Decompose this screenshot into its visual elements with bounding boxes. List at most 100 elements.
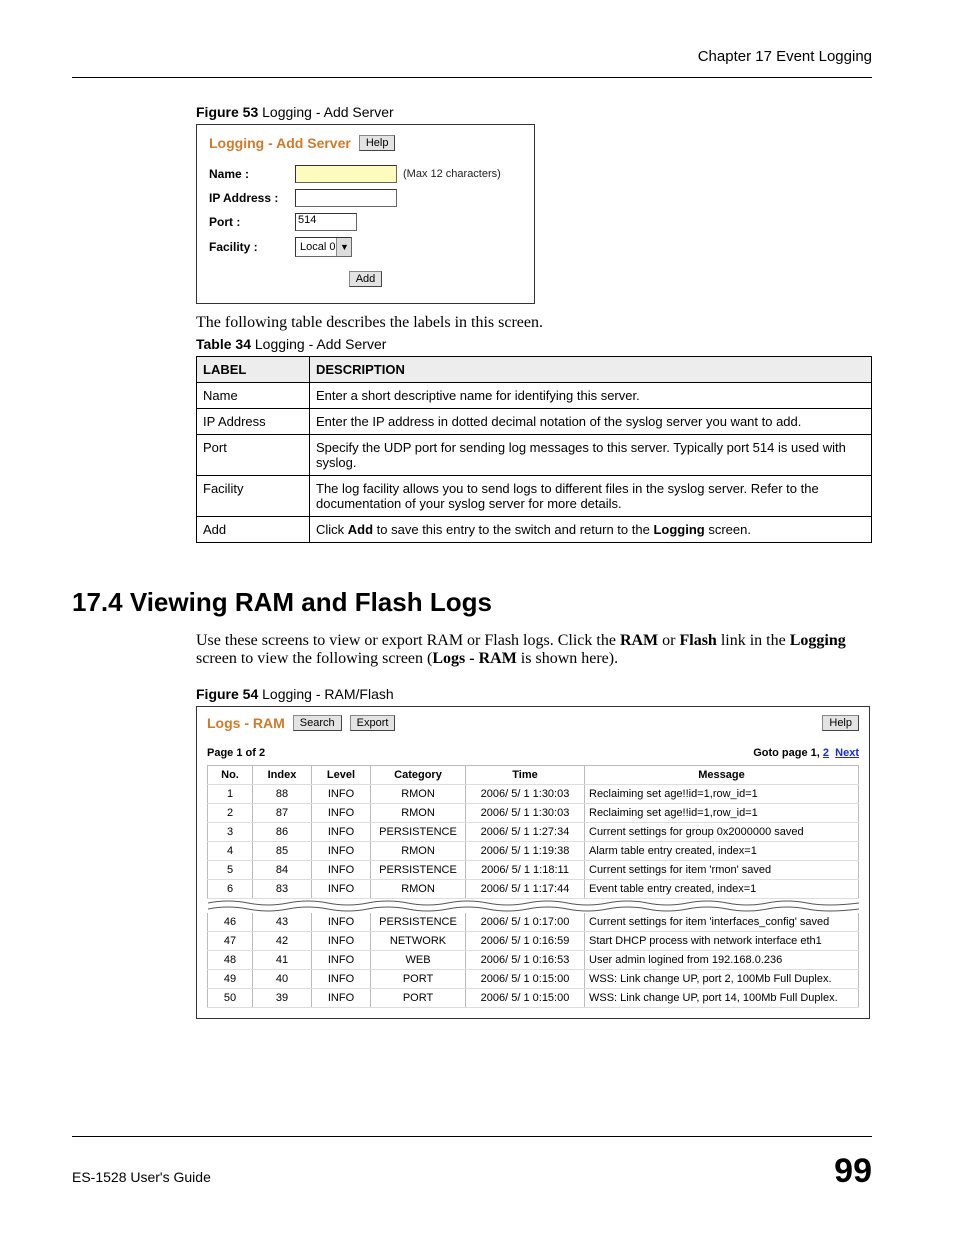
log-cell-no: 48 — [208, 951, 253, 970]
table34-caption-bold: Table 34 — [196, 336, 251, 352]
table-row: IP AddressEnter the IP address in dotted… — [197, 409, 872, 435]
log-cell-index: 43 — [253, 913, 312, 932]
table-row: AddClick Add to save this entry to the s… — [197, 517, 872, 543]
log-cell-msg: WSS: Link change UP, port 2, 100Mb Full … — [585, 970, 859, 989]
log-cell-index: 41 — [253, 951, 312, 970]
export-button[interactable]: Export — [350, 715, 396, 731]
log-cell-time: 2006/ 5/ 1 0:16:53 — [466, 951, 585, 970]
log-cell-msg: User admin logined from 192.168.0.236 — [585, 951, 859, 970]
table34-cell-desc: Specify the UDP port for sending log mes… — [310, 435, 872, 476]
log-cell-msg: Current settings for item 'interfaces_co… — [585, 913, 859, 932]
log-cell-index: 39 — [253, 989, 312, 1008]
search-button[interactable]: Search — [293, 715, 342, 731]
log-cell-index: 40 — [253, 970, 312, 989]
name-hint: (Max 12 characters) — [403, 168, 501, 180]
table-tear — [208, 899, 859, 914]
log-cell-level: INFO — [312, 932, 371, 951]
table-row: 188INFORMON2006/ 5/ 1 1:30:03Reclaiming … — [208, 785, 859, 804]
log-cell-level: INFO — [312, 785, 371, 804]
table-row: 386INFOPERSISTENCE2006/ 5/ 1 1:27:34Curr… — [208, 823, 859, 842]
log-cell-level: INFO — [312, 842, 371, 861]
log-cell-index: 86 — [253, 823, 312, 842]
table34-cell-desc: Click Add to save this entry to the swit… — [310, 517, 872, 543]
log-cell-level: INFO — [312, 880, 371, 899]
log-cell-cat: PORT — [371, 970, 466, 989]
log-cell-cat: PERSISTENCE — [371, 823, 466, 842]
table34: LABEL DESCRIPTION NameEnter a short desc… — [196, 356, 872, 543]
log-cell-no: 1 — [208, 785, 253, 804]
table-row: 683INFORMON2006/ 5/ 1 1:17:44Event table… — [208, 880, 859, 899]
log-column-header: No. — [208, 766, 253, 785]
name-input[interactable] — [295, 165, 397, 183]
table-row: NameEnter a short descriptive name for i… — [197, 383, 872, 409]
table-row: 4742INFONETWORK2006/ 5/ 1 0:16:59Start D… — [208, 932, 859, 951]
table-row: 4841INFOWEB2006/ 5/ 1 0:16:53User admin … — [208, 951, 859, 970]
log-cell-level: INFO — [312, 861, 371, 880]
log-cell-msg: Start DHCP process with network interfac… — [585, 932, 859, 951]
log-cell-msg: Reclaiming set age!!id=1,row_id=1 — [585, 785, 859, 804]
facility-select[interactable]: Local 0 ▼ — [295, 237, 352, 257]
log-cell-index: 83 — [253, 880, 312, 899]
figure53-caption-text: Logging - Add Server — [258, 104, 393, 120]
figure54-title: Logs - RAM — [207, 715, 285, 731]
log-cell-msg: Reclaiming set age!!id=1,row_id=1 — [585, 804, 859, 823]
page-number: 99 — [834, 1152, 872, 1191]
name-label: Name : — [209, 167, 289, 181]
log-cell-no: 4 — [208, 842, 253, 861]
log-cell-index: 88 — [253, 785, 312, 804]
log-cell-time: 2006/ 5/ 1 0:17:00 — [466, 913, 585, 932]
table34-head-label: LABEL — [197, 357, 310, 383]
para-after-fig53: The following table describes the labels… — [196, 314, 872, 332]
log-cell-time: 2006/ 5/ 1 1:30:03 — [466, 785, 585, 804]
help-button[interactable]: Help — [822, 715, 859, 731]
log-column-header: Index — [253, 766, 312, 785]
log-cell-index: 42 — [253, 932, 312, 951]
table-row: 4643INFOPERSISTENCE2006/ 5/ 1 0:17:00Cur… — [208, 913, 859, 932]
figure54-caption-text: Logging - RAM/Flash — [258, 686, 393, 702]
log-cell-time: 2006/ 5/ 1 0:16:59 — [466, 932, 585, 951]
log-cell-cat: RMON — [371, 842, 466, 861]
figure53-panel: Logging - Add Server Help Name : (Max 12… — [196, 124, 535, 304]
add-button[interactable]: Add — [349, 271, 383, 287]
goto-prefix: Goto page 1, — [753, 747, 823, 759]
rule-bottom — [72, 1136, 872, 1137]
log-cell-time: 2006/ 5/ 1 1:27:34 — [466, 823, 585, 842]
figure53-caption-bold: Figure 53 — [196, 104, 258, 120]
log-cell-cat: WEB — [371, 951, 466, 970]
facility-select-value: Local 0 — [300, 241, 335, 253]
log-cell-index: 87 — [253, 804, 312, 823]
log-cell-level: INFO — [312, 913, 371, 932]
chevron-down-icon: ▼ — [336, 238, 351, 256]
table34-cell-desc: Enter a short descriptive name for ident… — [310, 383, 872, 409]
log-cell-level: INFO — [312, 989, 371, 1008]
log-cell-cat: PERSISTENCE — [371, 861, 466, 880]
log-column-header: Time — [466, 766, 585, 785]
facility-label: Facility : — [209, 240, 289, 254]
ip-address-input[interactable] — [295, 189, 397, 207]
chapter-header: Chapter 17 Event Logging — [72, 48, 872, 65]
help-button[interactable]: Help — [359, 135, 396, 151]
table34-head-desc: DESCRIPTION — [310, 357, 872, 383]
log-cell-msg: Alarm table entry created, index=1 — [585, 842, 859, 861]
table34-cell-desc: The log facility allows you to send logs… — [310, 476, 872, 517]
table-row: 485INFORMON2006/ 5/ 1 1:19:38Alarm table… — [208, 842, 859, 861]
log-cell-time: 2006/ 5/ 1 1:19:38 — [466, 842, 585, 861]
table34-caption-text: Logging - Add Server — [251, 336, 386, 352]
figure53-title: Logging - Add Server — [209, 135, 351, 151]
section-heading: 17.4 Viewing RAM and Flash Logs — [72, 587, 872, 618]
port-input[interactable]: 514 — [295, 213, 357, 231]
table-row: FacilityThe log facility allows you to s… — [197, 476, 872, 517]
page-indicator: Page 1 of 2 — [207, 747, 265, 759]
log-cell-no: 6 — [208, 880, 253, 899]
log-cell-no: 46 — [208, 913, 253, 932]
log-cell-level: INFO — [312, 804, 371, 823]
log-cell-no: 50 — [208, 989, 253, 1008]
goto-next-link[interactable]: Next — [835, 747, 859, 759]
log-cell-cat: PERSISTENCE — [371, 913, 466, 932]
table-row: 287INFORMON2006/ 5/ 1 1:30:03Reclaiming … — [208, 804, 859, 823]
log-cell-cat: RMON — [371, 880, 466, 899]
table34-cell-label: Add — [197, 517, 310, 543]
log-cell-time: 2006/ 5/ 1 1:17:44 — [466, 880, 585, 899]
log-cell-level: INFO — [312, 951, 371, 970]
goto-page-2-link[interactable]: 2 — [823, 747, 829, 759]
